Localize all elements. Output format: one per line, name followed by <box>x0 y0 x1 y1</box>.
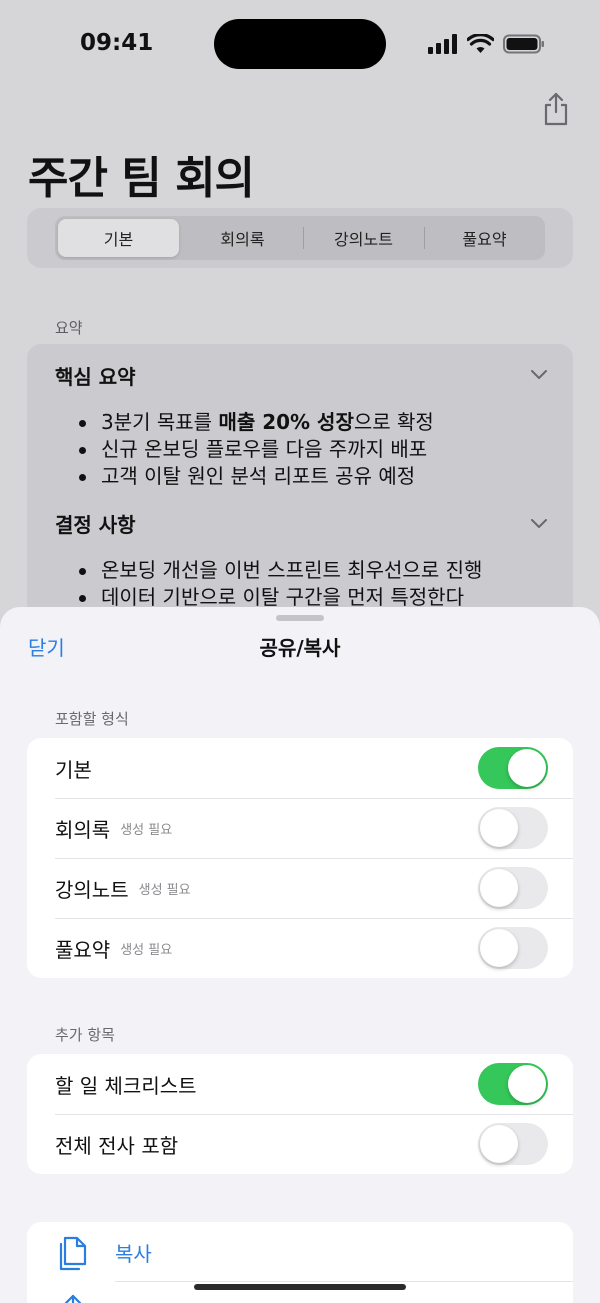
row-label: 회의록 <box>55 817 111 842</box>
row-sublabel: 생성 필요 <box>120 822 173 838</box>
list-item: 온보딩 개선을 이번 스프린트 최우선으로 진행 <box>79 557 482 584</box>
share-label: 공유 <box>115 1298 152 1303</box>
summary-heading: 핵심 요약 <box>55 365 136 389</box>
status-icons <box>428 33 545 55</box>
share-copy-sheet: 공유/복사 닫기 포함할 형식 기본 회의록 생성 필요 강의노트 생성 필요 … <box>0 607 600 1303</box>
chevron-down-icon[interactable] <box>531 519 547 529</box>
row-label: 전체 전사 포함 <box>55 1133 179 1158</box>
summary-card: 핵심 요약 3분기 목표를 매출 20% 성장으로 확정 신규 온보딩 플로우를… <box>27 344 573 624</box>
copy-icon <box>59 1236 87 1271</box>
extra-group-label: 추가 항목 <box>55 1026 115 1044</box>
page-title: 주간 팀 회의 <box>28 153 255 204</box>
status-bar: 09:41 <box>0 0 600 90</box>
extra-options-group: 할 일 체크리스트 전체 전사 포함 <box>27 1054 573 1174</box>
copy-label: 복사 <box>115 1241 152 1266</box>
format-row-lecture-notes: 강의노트 생성 필요 <box>27 858 573 918</box>
toggle-full-transcript[interactable] <box>478 1123 548 1165</box>
decisions-bullets: 온보딩 개선을 이번 스프린트 최우선으로 진행 데이터 기반으로 이탈 구간을… <box>79 557 482 611</box>
home-indicator[interactable] <box>194 1284 406 1290</box>
row-sublabel: 생성 필요 <box>138 882 191 898</box>
format-group-label: 포함할 형식 <box>55 710 129 728</box>
row-label: 할 일 체크리스트 <box>55 1073 197 1098</box>
close-button[interactable]: 닫기 <box>28 632 65 661</box>
status-time: 09:41 <box>80 30 154 56</box>
list-item: 3분기 목표를 매출 20% 성장으로 확정 <box>79 409 434 436</box>
share-icon <box>64 1294 82 1303</box>
toggle-knob <box>480 929 518 967</box>
format-row-basic: 기본 <box>27 738 573 798</box>
toggle-knob <box>508 1065 546 1103</box>
toggle-todo-checklist[interactable] <box>478 1063 548 1105</box>
actions-group: 복사 공유 <box>27 1222 573 1303</box>
segment-basic[interactable]: 기본 <box>58 219 179 257</box>
copy-button[interactable]: 복사 <box>27 1222 573 1282</box>
dynamic-island <box>214 19 386 69</box>
toggle-lecture-notes[interactable] <box>478 867 548 909</box>
sheet-title: 공유/복사 <box>259 636 341 660</box>
toggle-knob <box>508 749 546 787</box>
toggle-basic[interactable] <box>478 747 548 789</box>
extra-row-todo-checklist: 할 일 체크리스트 <box>27 1054 573 1114</box>
toggle-knob <box>480 1125 518 1163</box>
section-label-summary: 요약 <box>55 319 83 337</box>
toggle-minutes[interactable] <box>478 807 548 849</box>
chevron-down-icon[interactable] <box>531 370 547 380</box>
format-options-group: 기본 회의록 생성 필요 강의노트 생성 필요 풀요약 생성 필요 <box>27 738 573 978</box>
summary-bullets: 3분기 목표를 매출 20% 성장으로 확정 신규 온보딩 플로우를 다음 주까… <box>79 409 434 490</box>
list-item: 신규 온보딩 플로우를 다음 주까지 배포 <box>79 436 434 463</box>
segmented-control: 기본 회의록 강의노트 풀요약 <box>55 216 545 260</box>
decisions-heading: 결정 사항 <box>55 513 136 537</box>
toggle-knob <box>480 809 518 847</box>
extra-row-full-transcript: 전체 전사 포함 <box>27 1114 573 1174</box>
format-row-minutes: 회의록 생성 필요 <box>27 798 573 858</box>
row-label: 풀요약 <box>55 937 111 962</box>
sheet-grabber[interactable] <box>276 615 324 621</box>
row-label: 기본 <box>55 757 92 782</box>
share-icon[interactable] <box>542 92 570 126</box>
toggle-knob <box>480 869 518 907</box>
toggle-full-summary[interactable] <box>478 927 548 969</box>
segment-bar: 기본 회의록 강의노트 풀요약 <box>27 208 573 268</box>
battery-icon <box>503 34 544 54</box>
row-sublabel: 생성 필요 <box>120 942 173 958</box>
row-label: 강의노트 <box>55 877 129 902</box>
segment-minutes[interactable]: 회의록 <box>182 216 303 260</box>
list-item: 고객 이탈 원인 분석 리포트 공유 예정 <box>79 463 434 490</box>
cellular-signal-icon <box>428 34 457 54</box>
segment-lecture-notes[interactable]: 강의노트 <box>303 216 424 260</box>
format-row-full-summary: 풀요약 생성 필요 <box>27 918 573 978</box>
wifi-icon <box>467 34 494 53</box>
segment-full-summary[interactable]: 풀요약 <box>424 216 545 260</box>
